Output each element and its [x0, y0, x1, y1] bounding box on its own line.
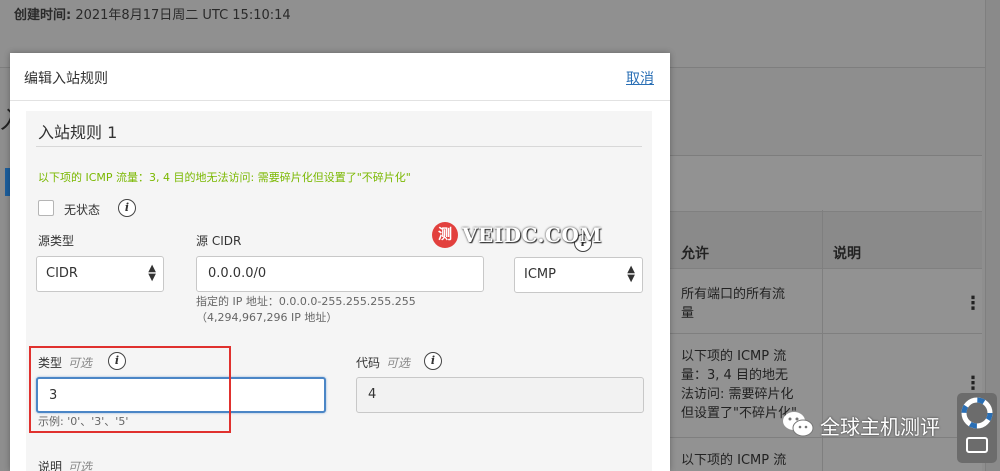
code-label-text: 代码	[356, 356, 381, 370]
source-type-label: 源类型	[38, 234, 75, 248]
stateless-label: 无状态	[64, 203, 101, 217]
cell-line: 量：3, 4 目的地无	[681, 368, 788, 383]
table-row: 所有端口的所有流 量	[681, 285, 785, 323]
chat-icon	[966, 437, 988, 453]
table-row: 以下项的 ICMP 流 量：3, 4 目的地无 法访问: 需要碎片化 但设置了"…	[681, 347, 797, 423]
column-header-description[interactable]: 说明	[833, 243, 861, 263]
description-label: 说明 可选	[38, 458, 92, 471]
cell-line: 量	[681, 306, 695, 321]
protocol-value: ICMP	[524, 267, 556, 282]
table-header-row	[670, 211, 982, 269]
source-cidr-label: 源 CIDR	[196, 234, 242, 248]
watermark-badge: 测	[432, 222, 458, 248]
description-label-text: 说明	[38, 460, 63, 471]
dialog-header: 编辑入站规则 取消	[10, 53, 670, 101]
source-cidr-input[interactable]: 0.0.0.0/0	[196, 256, 484, 292]
stateless-checkbox[interactable]	[38, 200, 54, 216]
watermark-site: VEIDC.COM	[462, 223, 602, 247]
lifebuoy-icon	[961, 397, 993, 429]
help-button[interactable]	[957, 393, 997, 463]
code-input[interactable]: 4	[356, 377, 644, 413]
row-divider	[670, 333, 982, 334]
cell-line: 以下项的 ICMP 流	[681, 453, 787, 468]
cell-line: 所有端口的所有流	[681, 287, 786, 302]
info-icon[interactable]: i	[118, 199, 136, 217]
cell-line: 以下项的 ICMP 流	[681, 349, 787, 364]
hint-line: 指定的 IP 地址：0.0.0.0-255.255.255.255	[196, 295, 416, 308]
source-type-select[interactable]: CIDR ▲ ▼	[36, 256, 164, 292]
source-cidr-hint: 指定的 IP 地址：0.0.0.0-255.255.255.255 （4,294…	[196, 294, 416, 326]
table-row: 以下项的 ICMP 流	[681, 451, 786, 470]
column-header-allow[interactable]: 允许	[681, 243, 709, 263]
optional-tag: 可选	[68, 460, 93, 471]
created-label: 创建时间:	[14, 8, 72, 23]
row-actions-icon[interactable]: ⋮	[964, 373, 982, 394]
chevron-updown-icon: ▲ ▼	[627, 264, 635, 284]
created-value: 2021年8月17日周二 UTC 15:10:14	[75, 8, 291, 23]
dialog-title: 编辑入站规则	[24, 71, 108, 87]
hint-line: （4,294,967,296 IP 地址）	[196, 311, 338, 324]
source-type-value: CIDR	[46, 266, 78, 281]
divider	[36, 146, 642, 147]
rule-title: 入站规则 1	[38, 123, 118, 142]
cancel-link[interactable]: 取消	[626, 68, 654, 88]
code-label: 代码 可选	[356, 354, 410, 371]
wechat-text: 全球主机测评	[820, 414, 940, 439]
optional-tag: 可选	[386, 356, 411, 370]
created-time: 创建时间: 2021年8月17日周二 UTC 15:10:14	[14, 4, 291, 23]
chevron-updown-icon: ▲ ▼	[148, 263, 156, 283]
row-actions-icon[interactable]: ⋮	[964, 293, 982, 314]
cell-line: 法访问: 需要碎片化	[681, 387, 794, 402]
cell-line: 但设置了"不碎片化"	[681, 406, 797, 421]
wechat-icon	[783, 412, 814, 437]
highlight-annotation	[29, 346, 231, 433]
icmp-warning: 以下项的 ICMP 流量：3, 4 目的地无法访问: 需要碎片化但设置了"不碎片…	[38, 171, 411, 184]
info-icon[interactable]: i	[424, 352, 442, 370]
watermark-logo: 测 VEIDC.COM	[432, 222, 602, 248]
ip-protocol-select[interactable]: ICMP ▲ ▼	[514, 257, 643, 293]
watermark-wechat: 全球主机测评	[782, 410, 940, 440]
